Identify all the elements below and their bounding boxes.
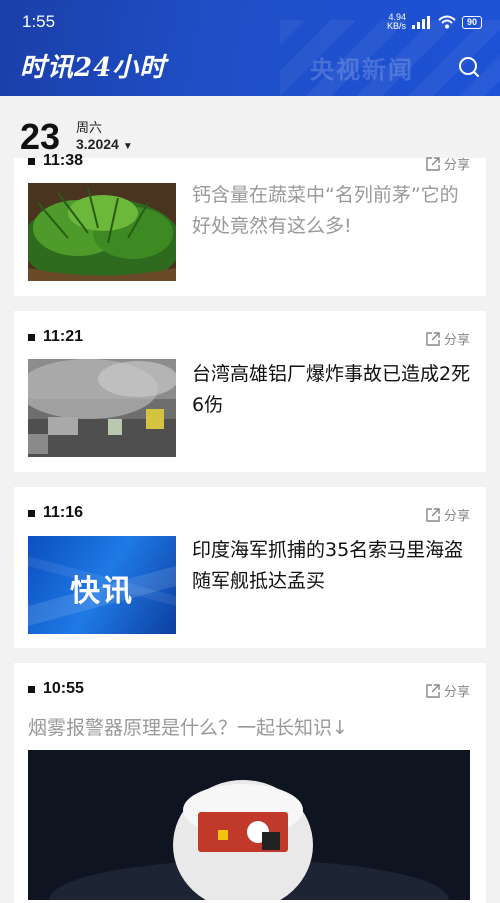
- app-header: 1:55 4.94 KB/s 90 央视新闻 时讯24小时: [0, 0, 500, 96]
- bullet-icon: [28, 333, 35, 341]
- bullet-icon: [28, 685, 35, 693]
- date-month-year: 3.2024: [76, 136, 119, 152]
- search-icon[interactable]: [458, 56, 480, 78]
- share-button[interactable]: 分享: [426, 681, 470, 700]
- date-weekday: 周六: [76, 121, 103, 136]
- news-card[interactable]: 11:16 分享 快讯 印度海军抓捕的35名索马里海盗随军舰抵达孟买: [14, 487, 486, 648]
- bullet-icon: [28, 157, 35, 165]
- network-speed: 4.94 KB/s: [387, 13, 406, 31]
- share-button[interactable]: 分享: [426, 329, 470, 348]
- caret-down-icon: ▼: [122, 141, 133, 152]
- share-button[interactable]: 分享: [426, 505, 470, 524]
- news-card[interactable]: 11:21 分享 台湾高雄铝厂爆炸事故已造成2死6伤: [14, 311, 486, 472]
- net-speed-unit: KB/s: [386, 21, 406, 31]
- date-bar: [0, 96, 500, 158]
- news-time: 11:38: [28, 152, 83, 170]
- share-icon: [426, 331, 440, 346]
- date-picker[interactable]: 3.2024 ▼: [76, 136, 133, 152]
- news-headline[interactable]: 钙含量在蔬菜中“名列前茅”它的好处竟然有这么多!: [192, 180, 472, 242]
- news-card[interactable]: 11:38 分享 钙含量在蔬菜中“名列前茅”它的好处竟然有这么多!: [14, 152, 486, 296]
- news-card[interactable]: 10:55 分享 烟雾报警器原理是什么？一起长知识↓: [14, 663, 486, 903]
- news-time: 11:16: [28, 504, 83, 522]
- news-headline[interactable]: 印度海军抓捕的35名索马里海盗随军舰抵达孟买: [192, 535, 472, 597]
- signal-icon: [411, 15, 432, 29]
- news-thumbnail[interactable]: 快讯: [28, 536, 176, 634]
- share-icon: [426, 683, 440, 698]
- news-headline[interactable]: 烟雾报警器原理是什么？一起长知识↓: [28, 713, 348, 740]
- battery-icon: 90: [461, 15, 482, 29]
- news-thumbnail[interactable]: [28, 183, 176, 281]
- bullet-icon: [28, 509, 35, 517]
- status-icons: 4.94 KB/s 90: [387, 13, 482, 31]
- header-watermark: 央视新闻: [310, 56, 414, 84]
- news-thumbnail[interactable]: [28, 359, 176, 457]
- news-headline[interactable]: 台湾高雄铝厂爆炸事故已造成2死6伤: [192, 359, 472, 421]
- flash-news-label: 快讯: [70, 574, 134, 609]
- status-time: 1:55: [22, 12, 56, 31]
- share-icon: [426, 156, 440, 171]
- news-image[interactable]: [28, 750, 470, 900]
- share-icon: [426, 507, 440, 522]
- brand-title: 时讯24小时: [20, 53, 167, 83]
- news-time: 10:55: [28, 680, 84, 698]
- news-time: 11:21: [28, 328, 83, 346]
- wifi-icon: [438, 15, 456, 29]
- share-button[interactable]: 分享: [426, 154, 470, 173]
